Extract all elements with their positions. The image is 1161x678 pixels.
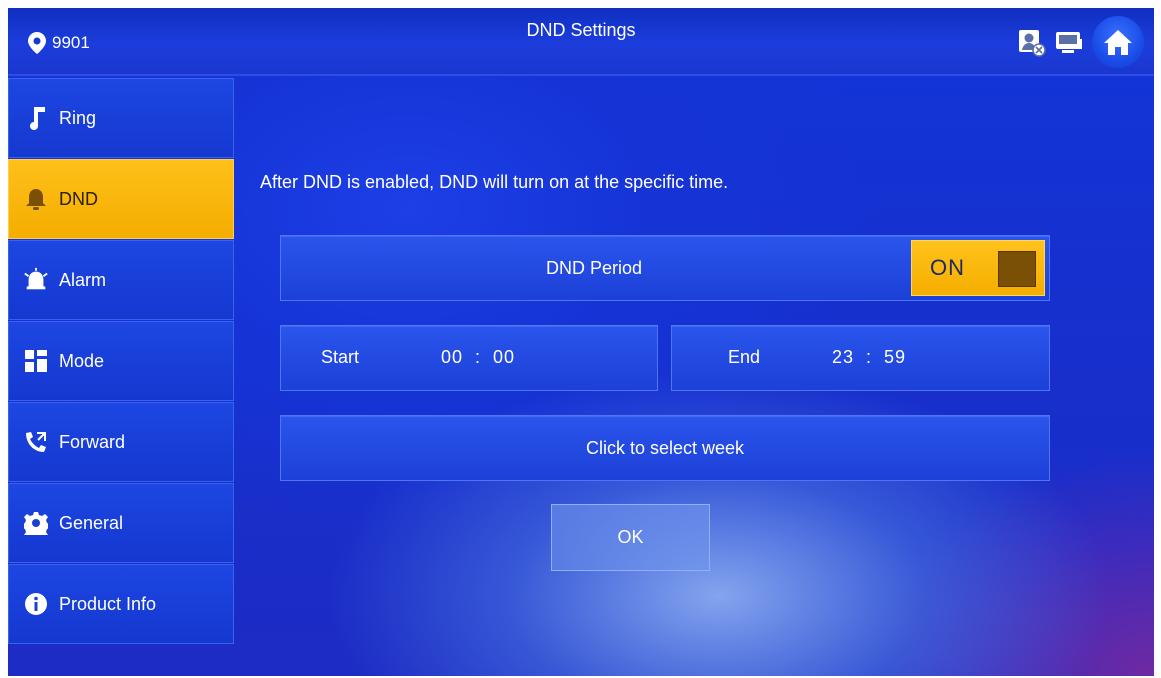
sidebar-item-label: Mode — [59, 350, 105, 371]
top-bar: 9901 DND Settings — [8, 8, 1154, 76]
gear-icon — [23, 510, 49, 536]
call-forward-icon — [23, 429, 49, 455]
home-icon — [1104, 30, 1132, 55]
status-icons — [1016, 16, 1144, 68]
sidebar-item-label: DND — [59, 188, 98, 209]
sidebar-item-label: Alarm — [59, 269, 107, 290]
contact-offline-icon — [1019, 30, 1046, 57]
screen: 9901 DND Settings Ring DND Alarm Mode Fo… — [8, 8, 1154, 676]
monitor-icon — [1056, 32, 1082, 53]
dnd-period-row: DND Period ON — [280, 235, 1050, 301]
start-time-field[interactable]: Start 00 : 00 — [280, 325, 658, 391]
sidebar-item-alarm[interactable]: Alarm — [8, 240, 234, 320]
end-time-field[interactable]: End 23 : 59 — [671, 325, 1050, 391]
sidebar-item-product-info[interactable]: Product Info — [8, 564, 234, 644]
start-time-value: 00 : 00 — [441, 347, 516, 367]
grid-icon — [23, 348, 49, 374]
sidebar-item-label: Ring — [59, 107, 97, 128]
ok-button[interactable]: OK — [551, 504, 710, 571]
bell-icon — [23, 186, 49, 212]
select-week-button[interactable]: Click to select week — [280, 415, 1050, 481]
info-icon — [23, 591, 49, 617]
start-label: Start — [321, 347, 360, 367]
dnd-period-toggle[interactable]: ON — [911, 240, 1045, 296]
sidebar-item-label: Product Info — [59, 593, 157, 614]
page-title: DND Settings — [526, 20, 636, 40]
toggle-knob — [998, 251, 1036, 287]
end-label: End — [728, 347, 761, 367]
music-note-icon — [23, 105, 49, 131]
home-button[interactable] — [1092, 16, 1144, 68]
end-time-value: 23 : 59 — [832, 347, 907, 367]
sidebar-item-dnd[interactable]: DND — [8, 159, 234, 239]
select-week-label: Click to select week — [585, 438, 745, 458]
dnd-period-label: DND Period — [545, 258, 643, 278]
dnd-description: After DND is enabled, DND will turn on a… — [260, 172, 729, 192]
siren-icon — [23, 267, 49, 293]
toggle-state-label: ON — [930, 255, 965, 280]
sidebar-item-label: General — [59, 512, 124, 533]
sidebar-item-mode[interactable]: Mode — [8, 321, 234, 401]
sidebar-item-label: Forward — [59, 431, 126, 452]
sidebar-item-ring[interactable]: Ring — [8, 78, 234, 158]
sidebar-item-forward[interactable]: Forward — [8, 402, 234, 482]
sidebar-item-general[interactable]: General — [8, 483, 234, 563]
